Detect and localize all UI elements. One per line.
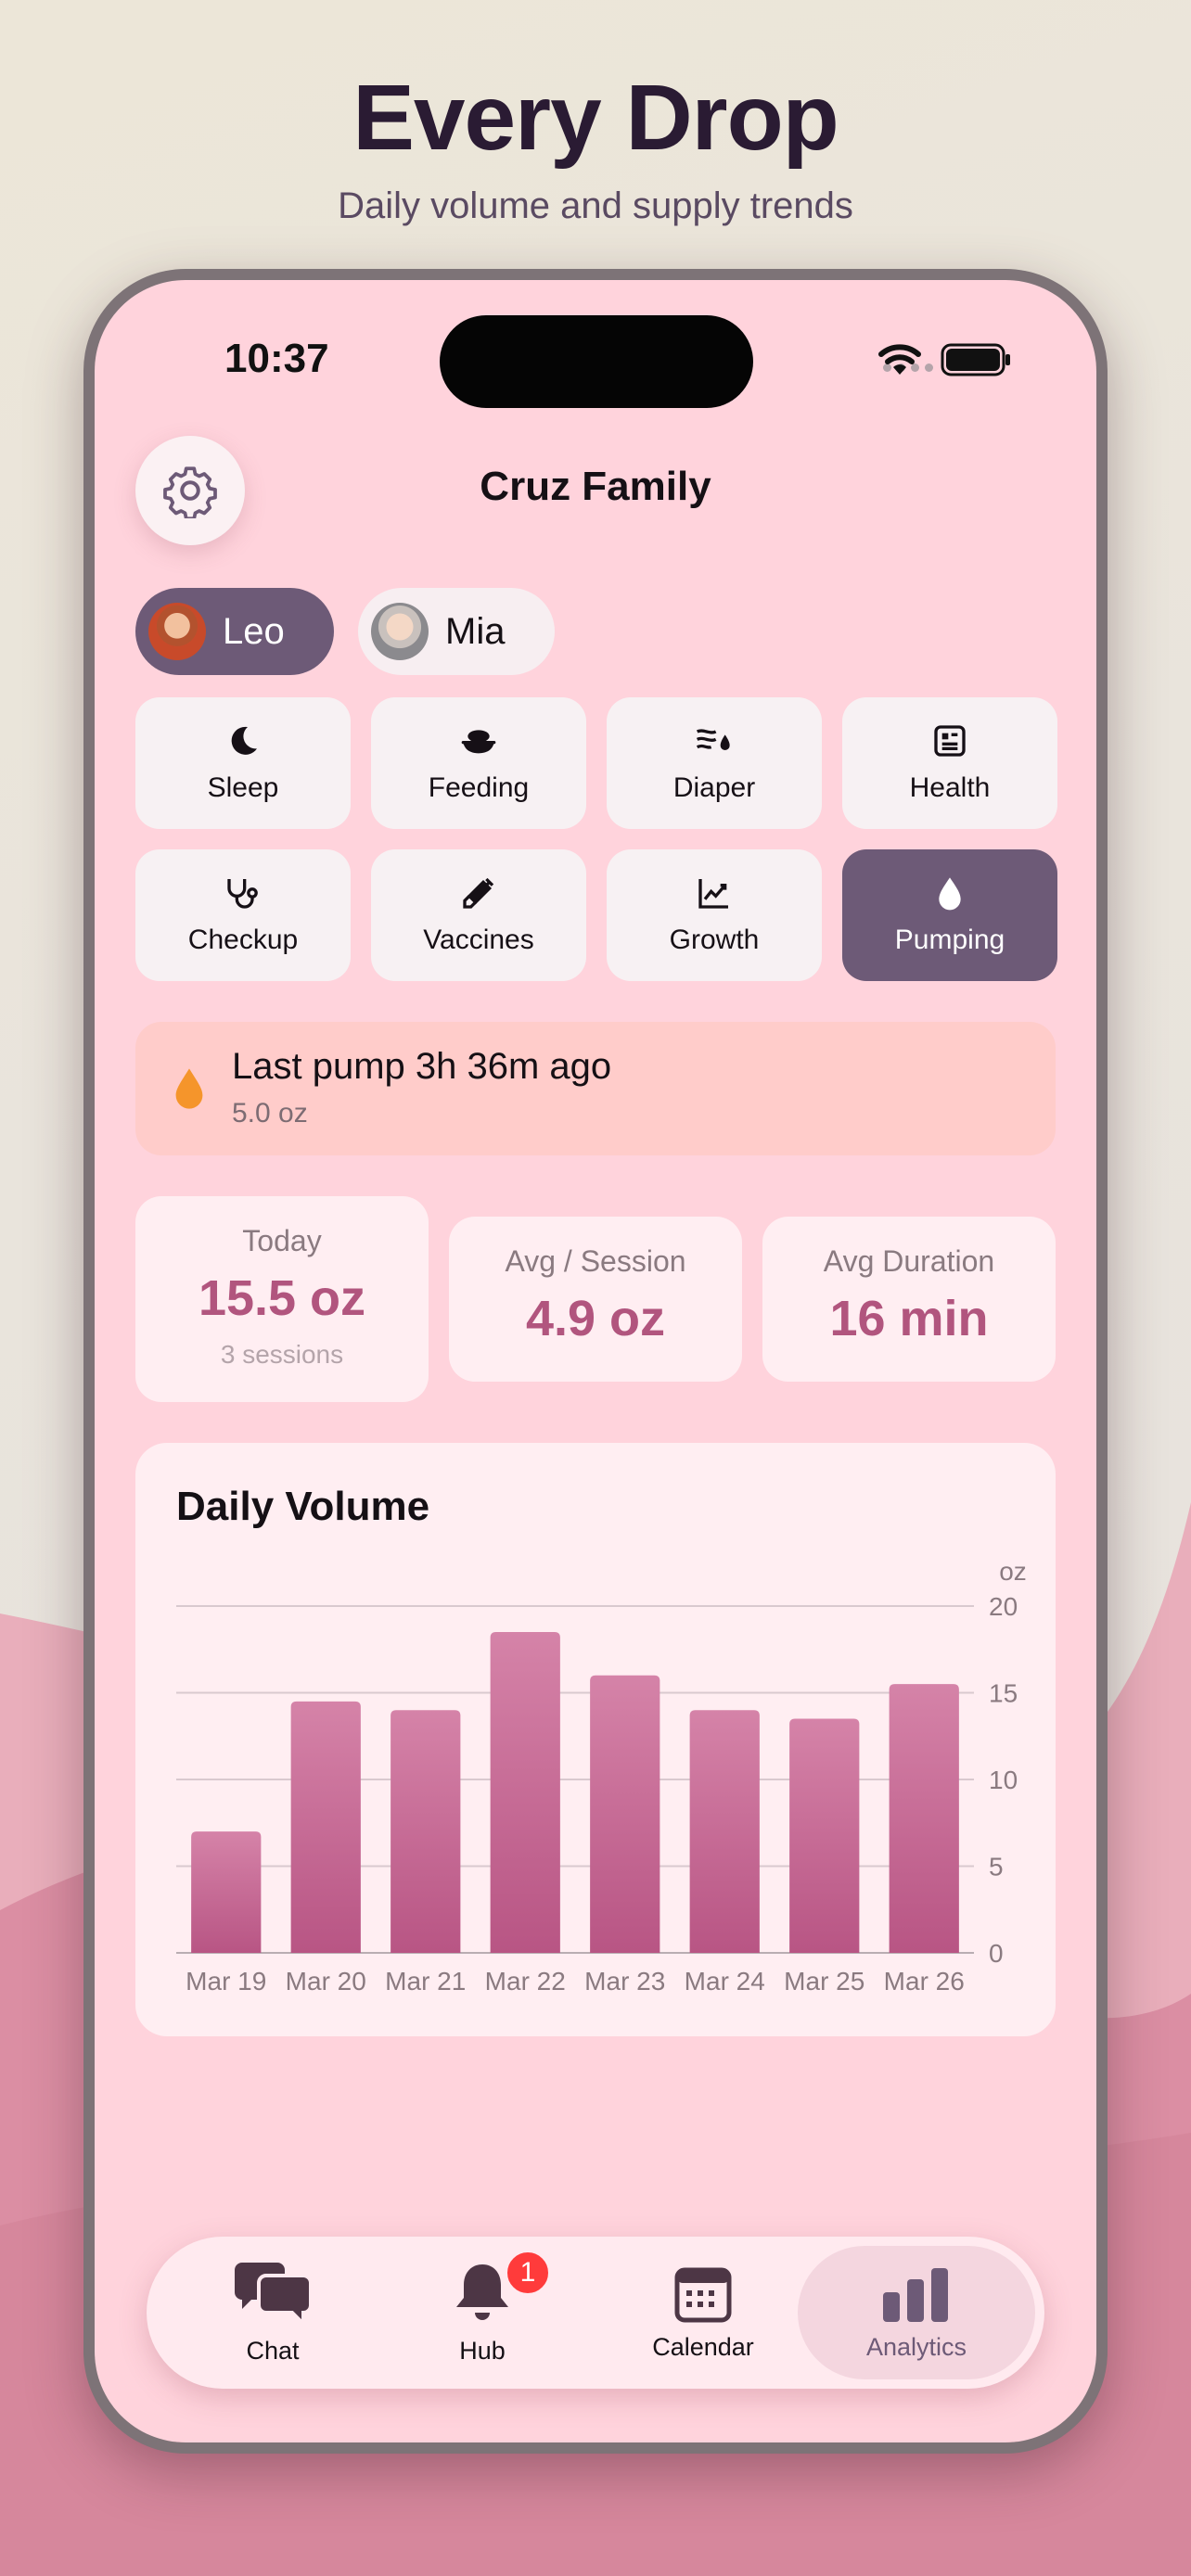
category-sleep[interactable]: Sleep — [135, 697, 351, 829]
x-tick-label: Mar 19 — [186, 1967, 266, 1996]
stethoscope-icon — [227, 879, 258, 909]
stat-avg-session: Avg / Session 4.9 oz — [449, 1217, 742, 1382]
syringe-icon — [463, 877, 494, 909]
chat-bubbles-icon — [235, 2262, 313, 2327]
category-pumping[interactable]: Pumping — [842, 849, 1057, 981]
y-tick-label: 0 — [989, 1939, 1004, 1968]
bottom-tab-bar: Chat 1 Hub Calendar Analytics — [147, 2237, 1044, 2389]
x-tick-label: Mar 21 — [385, 1967, 466, 1996]
x-tick-label: Mar 20 — [286, 1967, 366, 1996]
bar — [490, 1632, 560, 1953]
stat-title: Today — [242, 1224, 322, 1257]
stat-today: Today 15.5 oz 3 sessions — [135, 1196, 429, 1402]
diaper-icon — [696, 729, 730, 750]
chart-title: Daily Volume — [176, 1484, 430, 1529]
health-card-icon — [934, 725, 966, 757]
category-label: Health — [909, 772, 991, 803]
wifi-icon — [878, 344, 921, 375]
stat-title: Avg / Session — [505, 1244, 686, 1278]
category-label: Diaper — [672, 772, 756, 803]
category-label: Checkup — [187, 925, 299, 955]
daily-volume-chart: oz 0 5 10 15 20 Mar 19 Mar 20 Mar 21 Mar 22 Mar 23… — [176, 1557, 1027, 1996]
y-axis-unit-label: oz — [999, 1557, 1027, 1586]
last-pump-title: Last pump 3h 36m ago — [232, 1046, 612, 1087]
last-pump-card[interactable]: Last pump 3h 36m ago 5.0 oz — [135, 1022, 1056, 1155]
bar — [889, 1684, 959, 1953]
daily-volume-chart-card: oz 0 5 10 15 20 Mar 19 Mar 20 Mar 21 Mar 22 Mar 23… — [135, 1443, 1056, 2036]
stat-avg-duration: Avg Duration 16 min — [762, 1217, 1056, 1382]
child-name: Mia — [445, 610, 506, 652]
child-chip-leo[interactable]: Leo — [135, 588, 334, 675]
moon-icon — [231, 726, 257, 755]
stat-title: Avg Duration — [823, 1244, 995, 1278]
x-tick-label: Mar 24 — [685, 1967, 765, 1996]
bell-icon — [456, 2264, 508, 2320]
bar — [789, 1718, 860, 1953]
tab-label: Hub — [459, 2336, 506, 2365]
category-feeding[interactable]: Feeding — [371, 697, 586, 829]
growth-chart-icon — [698, 879, 728, 909]
hero-subtitle: Daily volume and supply trends — [338, 185, 853, 226]
x-tick-label: Mar 23 — [584, 1967, 665, 1996]
y-tick-label: 15 — [989, 1679, 1018, 1708]
tab-analytics[interactable]: Analytics — [798, 2246, 1035, 2379]
x-tick-label: Mar 26 — [884, 1967, 965, 1996]
category-health[interactable]: Health — [842, 697, 1057, 829]
stat-value: 16 min — [829, 1291, 989, 1346]
stat-value: 4.9 oz — [525, 1291, 666, 1346]
x-tick-label: Mar 25 — [784, 1967, 864, 1996]
category-vaccines[interactable]: Vaccines — [371, 849, 586, 981]
bar — [689, 1710, 760, 1953]
dynamic-island — [440, 315, 753, 408]
category-label: Pumping — [894, 925, 1005, 955]
hero-title: Every Drop — [352, 66, 839, 170]
bar — [191, 1831, 262, 1953]
stat-sub: 3 sessions — [220, 1340, 344, 1369]
status-time: 10:37 — [224, 336, 329, 381]
orange-drop-icon — [175, 1068, 203, 1109]
y-tick-label: 20 — [989, 1592, 1018, 1621]
category-checkup[interactable]: Checkup — [135, 849, 351, 981]
y-tick-label: 5 — [989, 1853, 1004, 1881]
tab-chat[interactable]: Chat — [198, 2237, 347, 2389]
drop-icon — [939, 877, 961, 911]
bowl-icon — [461, 730, 496, 754]
tab-label: Chat — [246, 2336, 300, 2365]
category-label: Feeding — [428, 772, 530, 803]
category-diaper[interactable]: Diaper — [607, 697, 822, 829]
last-pump-amount: 5.0 oz — [232, 1098, 308, 1129]
bar — [590, 1675, 660, 1953]
avatar-leo — [148, 603, 206, 660]
family-name-title: Cruz Family — [480, 464, 711, 509]
tab-hub[interactable]: 1 Hub — [408, 2237, 557, 2389]
calendar-icon — [674, 2267, 732, 2322]
battery-icon — [941, 343, 1010, 376]
avatar-mia — [371, 603, 429, 660]
notification-badge: 1 — [505, 2250, 551, 2296]
tab-label: Calendar — [652, 2332, 754, 2361]
category-label: Vaccines — [423, 925, 534, 955]
child-name: Leo — [223, 610, 285, 652]
y-tick-label: 10 — [989, 1766, 1018, 1794]
category-growth[interactable]: Growth — [607, 849, 822, 981]
bar — [391, 1710, 461, 1953]
x-tick-label: Mar 22 — [485, 1967, 566, 1996]
tab-label: Analytics — [865, 2332, 967, 2361]
child-chip-mia[interactable]: Mia — [358, 588, 555, 675]
category-label: Growth — [669, 925, 760, 955]
bar-chart-icon — [883, 2267, 948, 2322]
app-screen: 10:37 Cruz Family Leo Mia Sleep Feeding … — [95, 280, 1096, 2442]
tab-calendar[interactable]: Calendar — [620, 2237, 787, 2389]
stat-value: 15.5 oz — [198, 1270, 366, 1326]
category-label: Sleep — [207, 772, 279, 803]
bar — [290, 1701, 361, 1953]
